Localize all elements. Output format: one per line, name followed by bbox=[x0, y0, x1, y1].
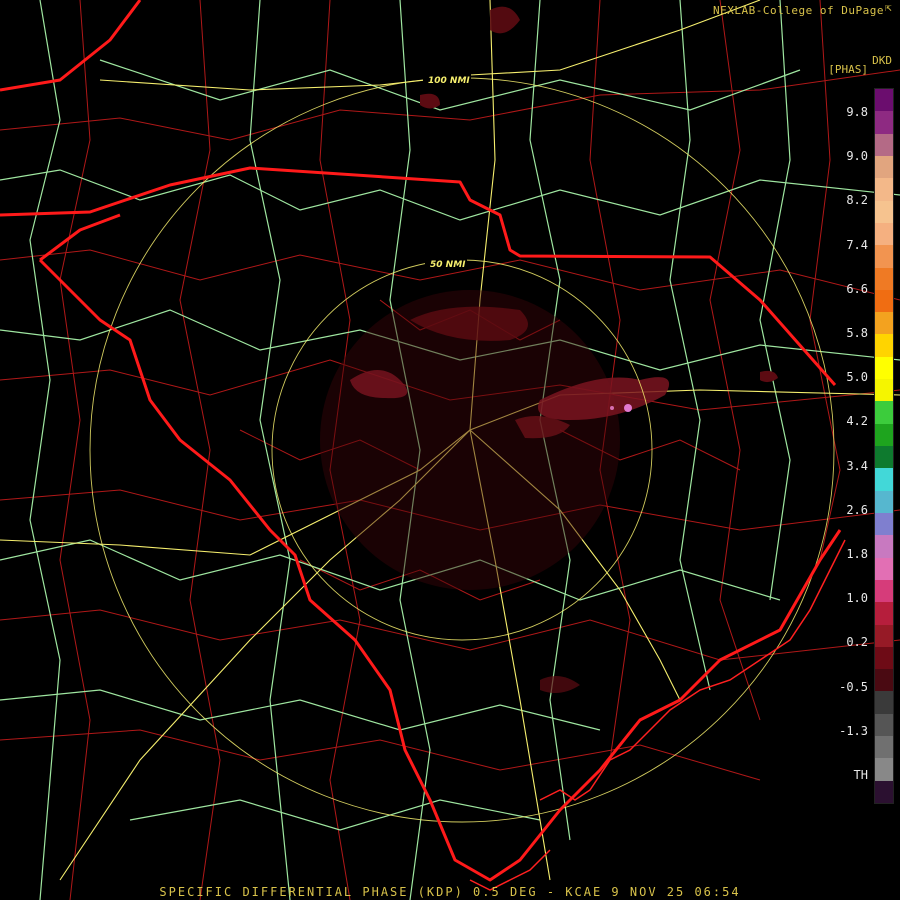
scale-label: 2.6 bbox=[846, 502, 868, 517]
scale-label: 1.0 bbox=[846, 591, 868, 606]
color-scale-segment bbox=[875, 423, 893, 446]
color-scale-segment bbox=[875, 780, 893, 803]
scale-label: TH bbox=[853, 768, 868, 782]
color-scale-segment bbox=[875, 111, 893, 134]
color-scale-segment bbox=[875, 490, 893, 513]
scale-label: 6.6 bbox=[846, 281, 868, 296]
color-scale-segment bbox=[875, 155, 893, 179]
arrow-icon[interactable]: ⇱ bbox=[885, 2, 895, 13]
coastline bbox=[469, 539, 846, 891]
color-scale-segment bbox=[875, 646, 893, 670]
credit-text: NEXLAB-College of DuPage bbox=[713, 4, 884, 17]
color-scale-bar bbox=[874, 88, 894, 804]
color-scale-segment bbox=[875, 579, 893, 603]
color-scale-segment bbox=[875, 289, 893, 313]
scale-label: 4.2 bbox=[846, 414, 868, 429]
ring-label-100: 100 NMI bbox=[428, 76, 470, 86]
color-scale-segment bbox=[875, 602, 893, 625]
color-scale-segment bbox=[875, 222, 893, 246]
color-scale-segment bbox=[875, 535, 893, 558]
ring-label-50: 50 NMI bbox=[430, 260, 466, 270]
color-scale-segment bbox=[875, 312, 893, 335]
color-scale-segment bbox=[875, 557, 893, 580]
scale-label: 8.2 bbox=[846, 193, 868, 208]
scale-label: 5.0 bbox=[846, 370, 868, 385]
color-scale-segment bbox=[875, 691, 893, 714]
color-scale-segment bbox=[875, 669, 893, 692]
color-scale-segment bbox=[875, 133, 893, 156]
radar-echoes bbox=[320, 6, 778, 694]
scale-label: -1.3 bbox=[839, 723, 868, 738]
scale-label: 3.4 bbox=[846, 458, 868, 473]
color-scale-segment bbox=[875, 624, 893, 647]
map-canvas[interactable]: 50 NMI 100 NMI bbox=[0, 0, 900, 900]
color-scale-segment bbox=[875, 758, 893, 781]
site-id: DKD bbox=[872, 54, 892, 67]
color-scale-segment bbox=[875, 713, 893, 737]
radar-map-view[interactable]: 50 NMI 100 NMI NEXLAB-College of DuPage … bbox=[0, 0, 900, 900]
color-scale-segment bbox=[875, 267, 893, 290]
scale-label: 5.8 bbox=[846, 326, 868, 340]
color-scale-segment bbox=[875, 356, 893, 380]
color-scale-segment bbox=[875, 245, 893, 268]
color-scale-segment bbox=[875, 736, 893, 759]
scale-label: 9.8 bbox=[846, 105, 868, 119]
color-scale-segment bbox=[875, 200, 893, 223]
color-scale-segment bbox=[875, 446, 893, 469]
scale-label: 9.0 bbox=[846, 149, 868, 164]
product-unit: [PHAS] bbox=[828, 63, 868, 76]
color-scale-segment bbox=[875, 468, 893, 491]
product-footer: SPECIFIC DIFFERENTIAL PHASE (KDP) 0.5 DE… bbox=[159, 885, 741, 899]
color-scale-segment bbox=[875, 512, 893, 536]
scale-label: 7.4 bbox=[846, 237, 868, 252]
scale-label: -0.5 bbox=[839, 679, 868, 694]
scale-label: 1.8 bbox=[846, 547, 868, 561]
color-scale-segment bbox=[875, 401, 893, 424]
scale-label: 0.2 bbox=[846, 635, 868, 650]
color-scale-segment bbox=[875, 334, 893, 357]
color-scale-segment bbox=[875, 178, 893, 201]
color-scale-segment bbox=[875, 89, 893, 112]
color-scale-segment bbox=[875, 379, 893, 402]
